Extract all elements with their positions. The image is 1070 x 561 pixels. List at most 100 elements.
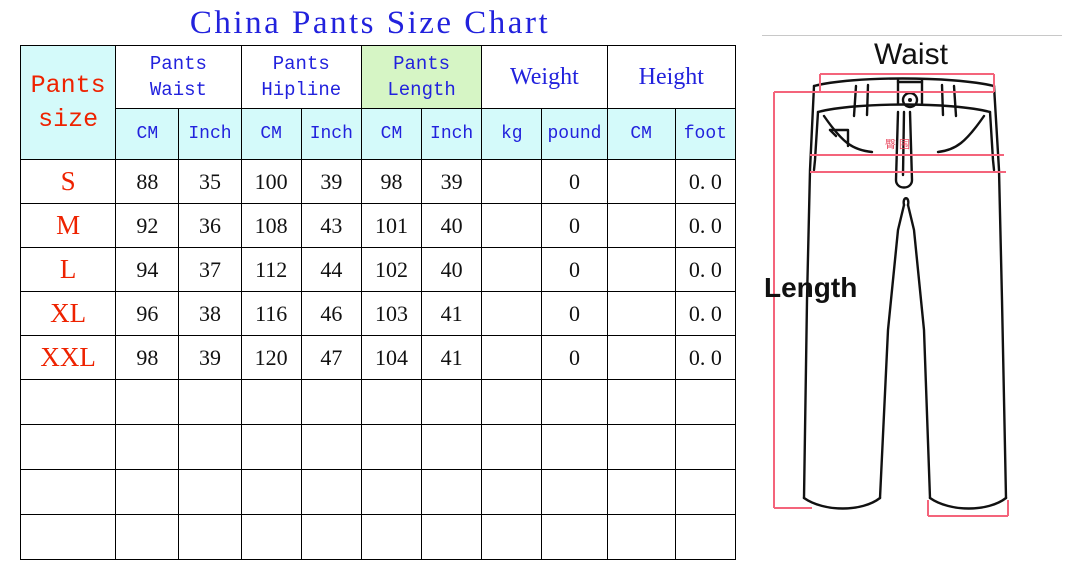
cell-empty bbox=[481, 159, 543, 204]
cell-empty bbox=[606, 424, 676, 470]
cell-empty bbox=[19, 469, 117, 515]
cell-empty bbox=[115, 379, 180, 425]
cell-size-label: S bbox=[19, 159, 117, 204]
size-chart-table: Pants size Pants Waist Pants Hipline Pan… bbox=[19, 45, 737, 560]
cell-value: 112 bbox=[240, 247, 302, 292]
cell-value: 100 bbox=[240, 159, 302, 204]
cell-empty bbox=[541, 514, 608, 560]
cell-value: 39 bbox=[300, 159, 362, 204]
left-inner-seam bbox=[878, 203, 906, 500]
left-hem bbox=[802, 496, 882, 510]
table-row-blank bbox=[19, 469, 737, 515]
cell-value: 116 bbox=[240, 291, 302, 336]
cell-empty bbox=[541, 424, 608, 470]
table-row: L 94 37 112 44 102 40 0 0. 0 bbox=[19, 247, 737, 292]
cell-value: 102 bbox=[360, 247, 423, 292]
cell-value: 0. 0 bbox=[674, 291, 737, 336]
button-hole bbox=[908, 98, 912, 102]
cell-value: 0. 0 bbox=[674, 247, 737, 292]
header-group-pants-hipline: Pants Hipline bbox=[240, 45, 362, 109]
cell-empty bbox=[481, 469, 543, 515]
cell-size-label: L bbox=[19, 247, 117, 292]
cell-empty bbox=[606, 247, 676, 292]
right-hip-line bbox=[988, 110, 996, 172]
header-unit-weight-pound: pound bbox=[541, 108, 608, 160]
table-row: XXL 98 39 120 47 104 41 0 0. 0 bbox=[19, 335, 737, 380]
header-unit-height-foot: foot bbox=[674, 108, 737, 160]
cell-empty bbox=[606, 379, 676, 425]
cell-value: 46 bbox=[300, 291, 362, 336]
table-row: S 88 35 100 39 98 39 0 0. 0 bbox=[19, 159, 737, 204]
header-unit-length-inch: Inch bbox=[421, 108, 483, 160]
table-row-blank bbox=[19, 514, 737, 560]
cell-value: 39 bbox=[421, 159, 483, 204]
right-inner-seam bbox=[906, 203, 932, 500]
cell-value: 36 bbox=[178, 203, 242, 248]
header-row-groups: Pants size Pants Waist Pants Hipline Pan… bbox=[19, 45, 737, 160]
cell-empty bbox=[360, 379, 423, 425]
cell-empty bbox=[115, 514, 180, 560]
cell-empty bbox=[606, 159, 676, 204]
header-row-units: CM Inch CM Inch CM Inch kg pound CM foot bbox=[21, 108, 737, 160]
cell-value: 40 bbox=[421, 203, 483, 248]
cell-empty bbox=[178, 514, 242, 560]
cell-empty bbox=[115, 424, 180, 470]
cell-value: 37 bbox=[178, 247, 242, 292]
cell-value: 47 bbox=[300, 335, 362, 380]
cell-empty bbox=[360, 514, 423, 560]
header-unit-waist-cm: CM bbox=[115, 108, 180, 160]
cell-empty bbox=[606, 203, 676, 248]
header-group-length-line1: Pants bbox=[393, 53, 451, 75]
header-group-pants-length: Pants Length bbox=[360, 45, 483, 109]
page-title: China Pants Size Chart bbox=[189, 5, 551, 41]
cell-empty bbox=[481, 424, 543, 470]
cell-value: 0 bbox=[541, 335, 608, 380]
header-unit-height-cm: CM bbox=[606, 108, 676, 160]
cell-value: 88 bbox=[115, 159, 180, 204]
cell-value: 35 bbox=[178, 159, 242, 204]
table-row-blank bbox=[19, 424, 737, 470]
cell-empty bbox=[115, 469, 180, 515]
cell-empty bbox=[19, 379, 117, 425]
cell-value: 103 bbox=[360, 291, 423, 336]
right-pocket-curve bbox=[936, 114, 986, 154]
cell-empty bbox=[606, 335, 676, 380]
cell-empty bbox=[606, 291, 676, 336]
cell-empty bbox=[421, 469, 483, 515]
crotch-curve bbox=[902, 197, 910, 207]
cell-value: 0 bbox=[541, 247, 608, 292]
cell-empty bbox=[178, 469, 242, 515]
cell-empty bbox=[481, 514, 543, 560]
cell-empty bbox=[178, 424, 242, 470]
cell-size-label: XXL bbox=[19, 335, 117, 380]
cell-value: 41 bbox=[421, 335, 483, 380]
header-pants-size: Pants size bbox=[19, 45, 117, 160]
cell-value: 108 bbox=[240, 203, 302, 248]
header-pants-size-line2: size bbox=[38, 104, 99, 134]
cell-empty bbox=[360, 469, 423, 515]
cell-empty bbox=[360, 424, 423, 470]
cell-empty bbox=[606, 469, 676, 515]
header-group-weight: Weight bbox=[481, 45, 608, 109]
table-header: Pants size Pants Waist Pants Hipline Pan… bbox=[19, 45, 737, 160]
cell-empty bbox=[481, 247, 543, 292]
cell-empty bbox=[421, 424, 483, 470]
cell-value: 92 bbox=[115, 203, 180, 248]
header-group-waist-line1: Pants bbox=[149, 53, 207, 75]
header-unit-hipline-cm: CM bbox=[240, 108, 302, 160]
cell-empty bbox=[300, 379, 362, 425]
header-group-hipline-line2: Hipline bbox=[261, 79, 342, 101]
cell-empty bbox=[300, 424, 362, 470]
header-pants-size-line1: Pants bbox=[30, 70, 106, 100]
table-row: XL 96 38 116 46 103 41 0 0. 0 bbox=[19, 291, 737, 336]
cell-empty bbox=[300, 514, 362, 560]
cell-empty bbox=[674, 514, 737, 560]
cell-empty bbox=[606, 514, 676, 560]
cell-empty bbox=[674, 424, 737, 470]
cell-empty bbox=[240, 379, 302, 425]
header-group-hipline-line1: Pants bbox=[272, 53, 330, 75]
cell-empty bbox=[541, 379, 608, 425]
cell-value: 96 bbox=[115, 291, 180, 336]
header-group-waist-line2: Waist bbox=[149, 79, 207, 101]
cell-empty bbox=[178, 379, 242, 425]
